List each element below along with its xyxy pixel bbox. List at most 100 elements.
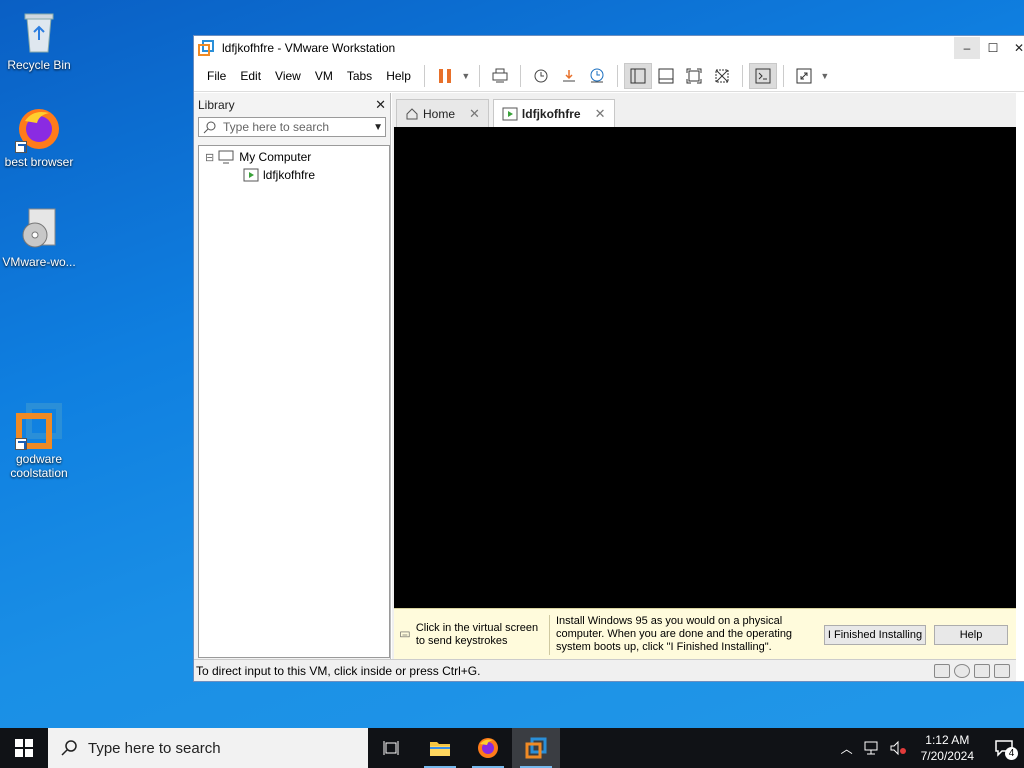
menu-file[interactable]: File (200, 69, 233, 83)
library-header: Library ✕ (194, 93, 390, 117)
title-bar: ldfjkofhfre - VMware Workstation – ☐ ✕ (194, 36, 1024, 60)
task-view-button[interactable] (368, 728, 416, 768)
tree-label: ldfjkofhfre (263, 168, 316, 182)
toolbar-separator (478, 64, 480, 87)
hint-message: Install Windows 95 as you would on a phy… (556, 615, 793, 653)
toolbar-separator (423, 64, 425, 87)
network-adapter-icon[interactable] (974, 663, 990, 678)
vm-icon (502, 107, 518, 120)
search-icon (203, 121, 216, 134)
show-thumbnail-bar-button[interactable] (652, 63, 680, 89)
vmware-logo-icon (15, 402, 63, 450)
desktop-icon-label: godware coolstation (10, 452, 68, 480)
menu-tabs[interactable]: Tabs (340, 69, 379, 83)
cd-dvd-icon[interactable] (954, 663, 970, 678)
shortcut-arrow-icon (15, 141, 27, 153)
status-bar: To direct input to this VM, click inside… (194, 659, 1016, 681)
taskbar-firefox[interactable] (464, 728, 512, 768)
search-icon (61, 740, 77, 756)
tab-label: ldfjkofhfre (521, 106, 581, 121)
hint-keystrokes-text: Click in the virtual screen to send keys… (415, 621, 539, 647)
taskbar-search-placeholder: Type here to search (88, 739, 221, 757)
hint-keystrokes: Click in the virtual screen to send keys… (394, 614, 550, 655)
display-icon[interactable] (994, 663, 1010, 678)
task-view-icon (383, 741, 399, 755)
taskbar-search-input[interactable]: Type here to search (48, 728, 368, 768)
menu-vm[interactable]: VM (308, 69, 340, 83)
toolbar-separator (782, 64, 784, 87)
tab-label: Home (423, 106, 456, 121)
computer-icon (218, 150, 234, 164)
firefox-icon (15, 105, 63, 153)
power-dropdown-icon[interactable]: ▼ (459, 63, 473, 89)
toolbar-separator (519, 64, 521, 87)
stretch-guest-button[interactable] (790, 63, 818, 89)
firefox-icon (478, 738, 498, 758)
show-hidden-icons-icon[interactable]: ︿ (835, 740, 859, 757)
pause-button[interactable] (431, 63, 459, 89)
vmware-logo-icon (525, 737, 547, 759)
vm-icon (243, 168, 259, 182)
tab-vm[interactable]: ldfjkofhfre ✕ (492, 99, 615, 127)
library-tree: ⊟ My Computer ldfjkofhfre (198, 145, 390, 658)
tree-label: My Computer (239, 150, 312, 164)
i-finished-installing-button[interactable]: I Finished Installing (824, 624, 926, 645)
tab-strip: Home ✕ ldfjkofhfre ✕ (392, 93, 1016, 127)
full-screen-button[interactable] (680, 63, 708, 89)
collapse-icon[interactable]: ⊟ (205, 151, 214, 164)
desktop-icon-best-browser[interactable]: best browser (1, 105, 77, 169)
snapshot-button[interactable] (527, 63, 555, 89)
console-view-button[interactable] (748, 62, 777, 89)
tree-item-my-computer[interactable]: ⊟ My Computer (205, 150, 311, 164)
vmware-app-icon (198, 40, 214, 56)
library-search-input[interactable]: Type here to search ▼ (198, 117, 386, 137)
taskbar: Type here to search ︿ 1:12 AM 7/20/2024 … (0, 728, 1024, 768)
menu-help[interactable]: Help (379, 69, 418, 83)
recycle-bin-icon (15, 8, 63, 56)
install-hint-bar: Click in the virtual screen to send keys… (394, 608, 1016, 660)
desktop-icon-label: best browser (4, 155, 74, 169)
vm-screen[interactable] (394, 127, 1016, 608)
tab-close-icon[interactable]: ✕ (469, 106, 480, 122)
tab-home[interactable]: Home ✕ (396, 99, 489, 127)
menu-edit[interactable]: Edit (233, 69, 268, 83)
library-close-icon[interactable]: ✕ (375, 97, 386, 113)
volume-muted-icon[interactable] (889, 740, 907, 756)
maximize-button[interactable]: ☐ (980, 37, 1006, 59)
desktop-icon-godware[interactable]: godware coolstation (1, 402, 77, 480)
desktop-icon-vmware-installer[interactable]: VMware-wo... (1, 205, 77, 269)
network-icon[interactable] (863, 740, 881, 756)
file-explorer-icon (430, 742, 450, 756)
action-center-button[interactable]: 4 (984, 728, 1024, 768)
help-button[interactable]: Help (934, 624, 1008, 645)
clock-time: 1:12 AM (925, 733, 970, 747)
unity-button[interactable] (708, 63, 736, 89)
shortcut-arrow-icon (15, 438, 27, 450)
desktop-icon-recycle-bin[interactable]: Recycle Bin (1, 8, 77, 72)
taskbar-file-explorer[interactable] (416, 728, 464, 768)
menu-view[interactable]: View (268, 69, 308, 83)
start-button[interactable] (0, 728, 48, 768)
search-dropdown-icon[interactable]: ▼ (373, 122, 383, 133)
device-icons (934, 663, 1016, 678)
system-tray: ︿ 1:12 AM 7/20/2024 4 (835, 728, 1024, 768)
close-window-button[interactable]: ✕ (1006, 37, 1024, 59)
send-ctrl-alt-del-button[interactable] (486, 63, 514, 89)
tab-close-icon[interactable]: ✕ (595, 106, 606, 122)
installer-disc-icon (15, 205, 63, 253)
clock[interactable]: 1:12 AM 7/20/2024 (911, 732, 984, 764)
hard-disk-icon[interactable] (934, 663, 950, 678)
library-panel: Library ✕ Type here to search ▼ ⊟ My Com… (194, 93, 391, 660)
home-icon (406, 107, 418, 119)
revert-snapshot-button[interactable] (555, 63, 583, 89)
minimize-button[interactable]: – (954, 37, 980, 59)
show-library-button[interactable] (623, 62, 652, 89)
stretch-dropdown-icon[interactable]: ▼ (818, 63, 832, 89)
clock-date: 7/20/2024 (920, 749, 974, 763)
taskbar-vmware[interactable] (512, 728, 560, 768)
window-title: ldfjkofhfre - VMware Workstation (222, 41, 396, 55)
snapshot-manager-button[interactable] (583, 63, 611, 89)
keyboard-icon (400, 631, 410, 637)
tree-item-vm[interactable]: ldfjkofhfre (243, 168, 315, 182)
windows-logo-icon (15, 739, 33, 757)
